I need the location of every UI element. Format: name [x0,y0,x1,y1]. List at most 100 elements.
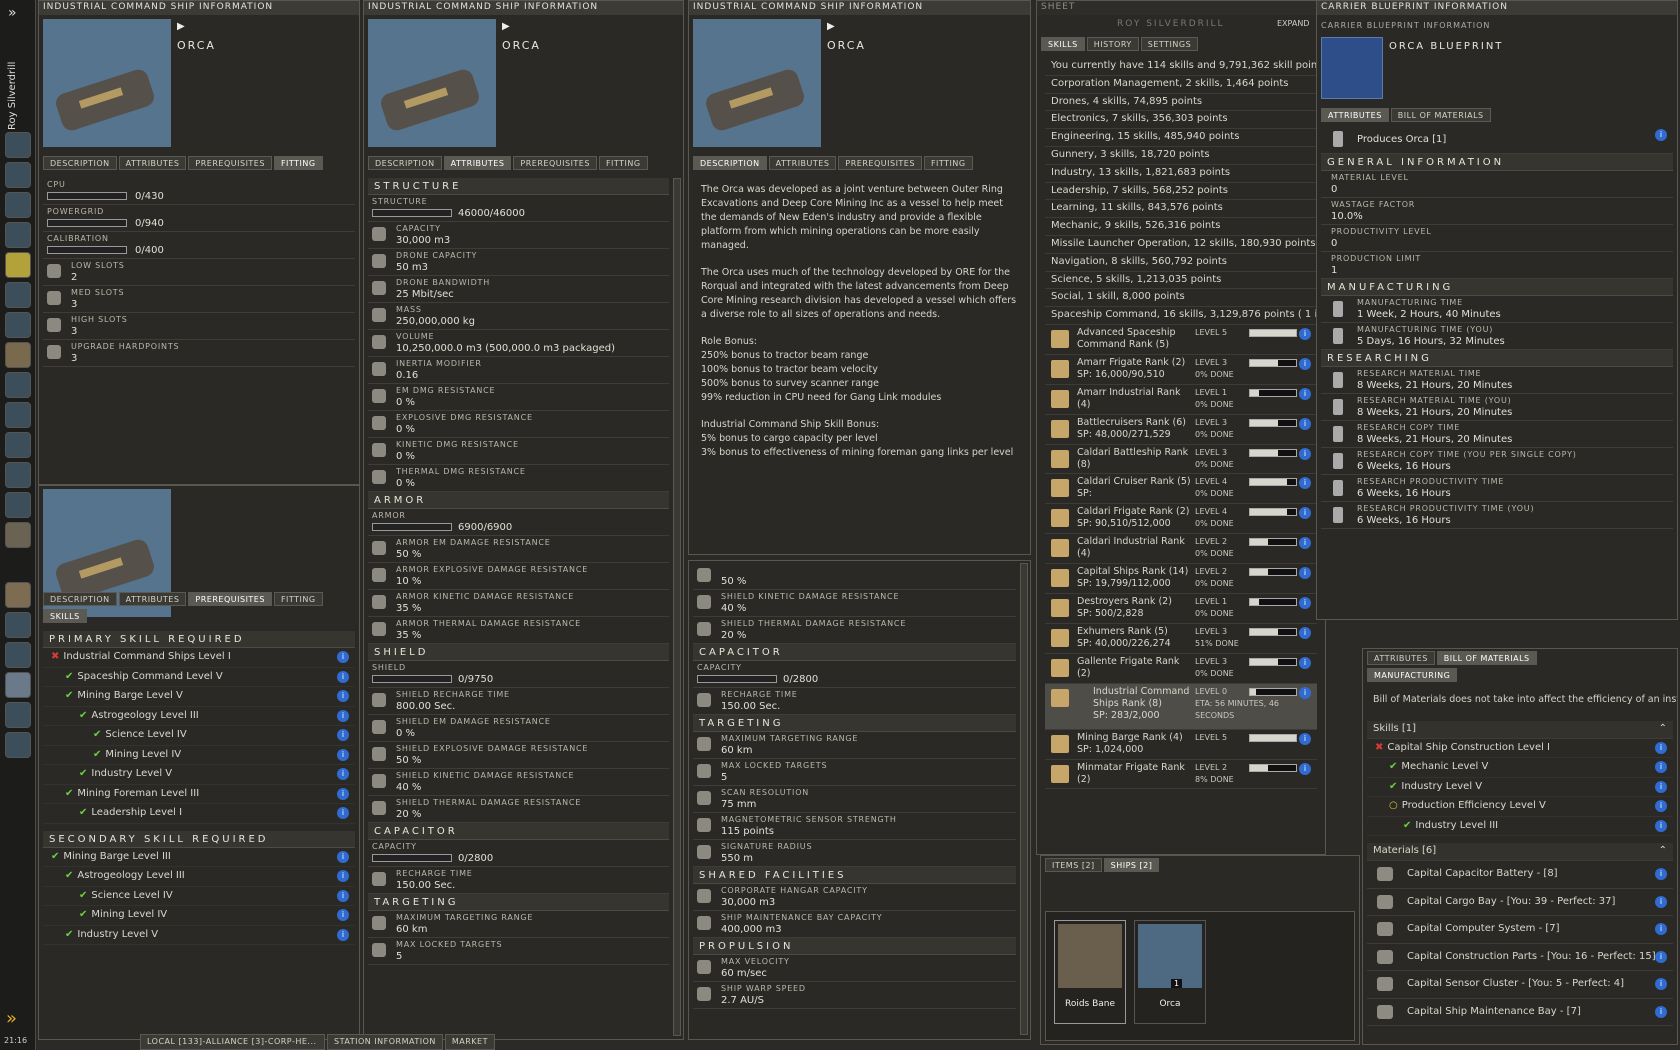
ship-card[interactable]: Roids Bane [1054,920,1126,1024]
material-row[interactable]: Capital Ship Maintenance Bay - [7] i [1367,999,1673,1027]
ship-hangar-icon[interactable] [5,432,31,458]
skill-row[interactable]: ✔ Leadership Level I i [43,804,355,824]
people-icon[interactable] [5,222,31,248]
skill-row[interactable]: ✔ Astrogeology Level III i [43,867,355,887]
scrollbar[interactable] [673,178,681,1036]
info-icon[interactable]: i [1299,567,1311,580]
info-icon[interactable]: i [1299,686,1311,699]
skill-group-row[interactable]: Social, 1 skill, 8,000 points [1045,289,1317,308]
skill-group-row[interactable]: Learning, 11 skills, 843,576 points [1045,200,1317,219]
taskbar-station-information[interactable]: STATION INFORMATION [327,1034,443,1050]
taskbar-local-chat[interactable]: LOCAL [133]-ALLIANCE [3]-CORP-HE... [140,1034,325,1050]
collapse-chevron-icon[interactable]: » [6,1008,17,1029]
tab-attributes[interactable]: ATTRIBUTES [118,156,187,170]
skill-row[interactable]: Exhumers Rank (5) SP: 40,000/226,274 LEVEL… [1045,624,1317,654]
taskbar-market[interactable]: MARKET [444,1034,495,1050]
window-title[interactable]: INDUSTRIAL COMMAND SHIP INFORMATION [39,1,359,15]
skill-group-row[interactable]: Mechanic, 9 skills, 526,316 points [1045,218,1317,236]
wallet-icon[interactable] [5,252,31,278]
info-icon[interactable]: i [1299,537,1311,550]
info-icon[interactable]: i [1299,762,1311,775]
skill-row[interactable]: ✔ Mining Level IV i [43,906,355,926]
skill-row[interactable]: ✔ Science Level IV i [43,887,355,906]
info-icon[interactable]: i [337,748,349,761]
science-icon[interactable] [5,492,31,518]
character-portrait-icon[interactable] [5,132,31,158]
info-icon[interactable]: i [337,928,349,941]
tab-prerequisites[interactable]: PREREQUISITES [838,156,922,170]
info-icon[interactable]: i [1655,780,1667,793]
info-icon[interactable]: i [337,889,349,902]
tab-ships[interactable]: SHIPS [2] [1103,858,1160,872]
info-icon[interactable]: i [1299,417,1311,430]
info-icon[interactable]: i [1299,596,1311,609]
tab-description[interactable]: DESCRIPTION [693,156,767,170]
skill-row[interactable]: Mining Barge Rank (4) SP: 1,024,000 LEVEL … [1045,730,1317,760]
info-icon[interactable]: i [1299,732,1311,745]
tab-description[interactable]: DESCRIPTION [43,156,117,170]
info-icon[interactable]: i [337,690,349,702]
materials-header[interactable]: Materials [6] ⌃ [1367,843,1673,862]
info-icon[interactable]: i [337,850,349,863]
skill-row[interactable]: ✔ Industry Level V i [43,765,355,785]
assets-icon[interactable] [5,282,31,308]
skill-row[interactable]: ✔ Industry Level V i [1367,778,1673,798]
info-icon[interactable]: i [1655,923,1667,936]
journal-icon[interactable] [5,342,31,368]
tab-attributes[interactable]: ATTRIBUTES [118,592,187,606]
skill-group-row[interactable]: Drones, 4 skills, 74,895 points [1045,94,1317,112]
info-icon[interactable]: i [1655,895,1667,908]
info-icon[interactable]: i [1655,978,1667,991]
fitting-icon[interactable] [5,462,31,488]
tab-bill-of-materials[interactable]: BILL OF MATERIALS [1390,108,1491,122]
skill-group-row[interactable]: Spaceship Command, 16 skills, 3,129,876 … [1045,307,1317,325]
tab-prerequisites[interactable]: PREREQUISITES [513,156,597,170]
skill-row[interactable]: ✖ Capital Ship Construction Level I i [1367,739,1673,759]
skill-group-row[interactable]: Gunnery, 3 skills, 18,720 points [1045,147,1317,165]
tab-attributes[interactable]: ATTRIBUTES [1367,651,1435,665]
info-icon[interactable]: i [337,870,349,882]
skill-row[interactable]: ○ Production Efficiency Level V i [1367,797,1673,817]
skill-row[interactable]: ✔ Mining Barge Level III i [43,848,355,867]
ship-card[interactable]: 1 Orca [1134,920,1206,1024]
settings-icon[interactable] [5,612,31,638]
expand-button[interactable]: EXPAND [1277,19,1309,28]
info-icon[interactable]: i [1655,1005,1667,1018]
ships-icon[interactable] [5,732,31,758]
skill-group-row[interactable]: Leadership, 7 skills, 568,252 points [1045,183,1317,201]
info-icon[interactable]: i [1655,950,1667,963]
skill-row[interactable]: ✔ Mining Level IV i [43,746,355,765]
info-icon[interactable]: i [1655,741,1667,754]
material-row[interactable]: Capital Computer System - [7] i [1367,916,1673,944]
info-icon[interactable]: i [337,729,349,741]
info-icon[interactable]: i [1299,507,1311,520]
skill-row[interactable]: Destroyers Rank (2) SP: 500/2,828 LEVEL 1 0… [1045,594,1317,624]
info-icon[interactable]: i [337,768,349,780]
market-icon[interactable] [5,312,31,338]
skill-row[interactable]: Minmatar Frigate Rank (2) LEVEL 2 8% DONE i [1045,760,1317,790]
mail-icon[interactable] [5,192,31,218]
skills-header[interactable]: Skills [1] ⌃ [1367,721,1673,739]
scrollbar[interactable] [1020,563,1028,1035]
material-row[interactable]: Capital Sensor Cluster - [You: 5 - Perfe… [1367,971,1673,999]
info-icon[interactable]: i [1655,868,1667,881]
portrait-icon[interactable] [5,672,31,698]
tab-attributes[interactable]: ATTRIBUTES [768,156,837,170]
tab-settings[interactable]: SETTINGS [1140,37,1199,51]
skill-row[interactable]: Amarr Industrial Rank (4) LEVEL 1 0% DONE i [1045,385,1317,415]
skill-row[interactable]: Battlecruisers Rank (6) SP: 48,000/271,52… [1045,415,1317,445]
skill-group-row[interactable]: Industry, 13 skills, 1,821,683 points [1045,165,1317,183]
info-icon[interactable]: i [337,651,349,663]
skill-row[interactable]: ✔ Astrogeology Level III i [43,707,355,726]
info-icon[interactable]: i [1299,626,1311,639]
tab-history[interactable]: HISTORY [1086,37,1139,51]
info-icon[interactable]: i [1299,447,1311,460]
skill-row[interactable]: Capital Ships Rank (14) SP: 19,799/112,00… [1045,564,1317,594]
info-icon[interactable]: i [1299,477,1311,490]
skill-row[interactable]: ✔ Spaceship Command Level V i [43,668,355,687]
tab-items[interactable]: ITEMS [2] [1045,858,1102,872]
play-icon[interactable]: ▶ [502,21,510,32]
skill-row[interactable]: ✖ Industrial Command Ships Level I i [43,648,355,668]
info-icon[interactable]: i [1655,129,1667,141]
skill-row[interactable]: Caldari Industrial Rank (4) LEVEL 2 0% DONE… [1045,534,1317,565]
